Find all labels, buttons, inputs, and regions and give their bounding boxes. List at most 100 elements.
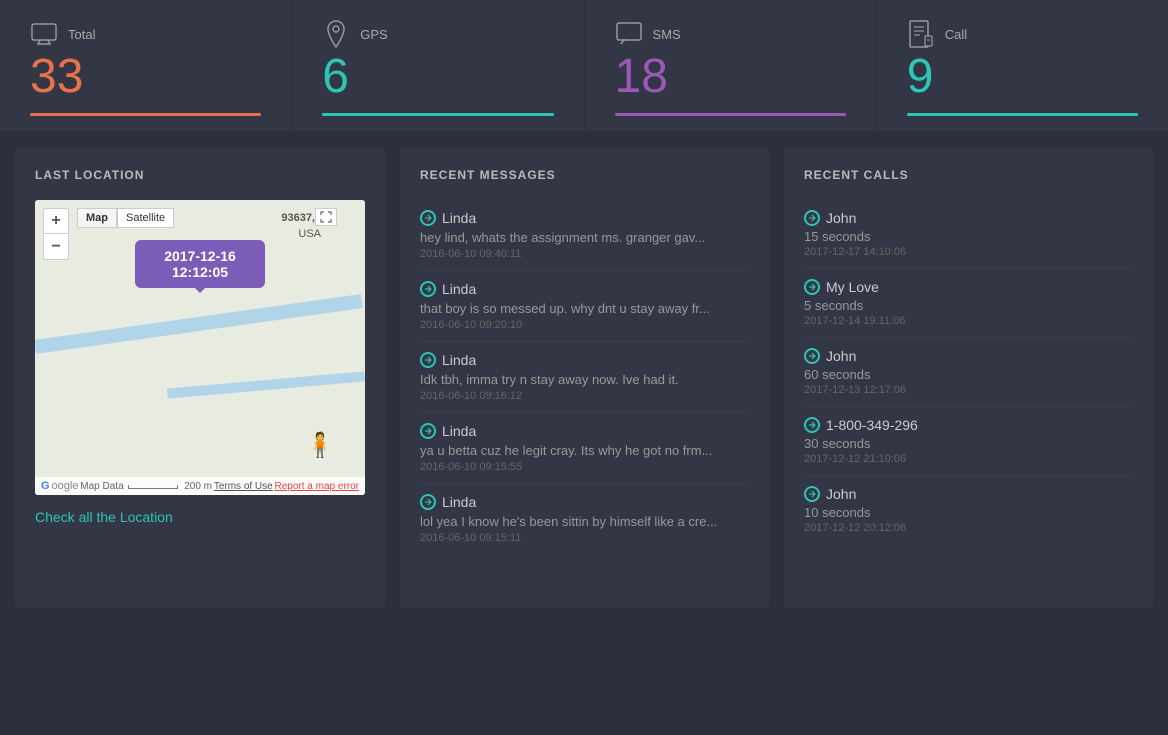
map-country: USA xyxy=(298,228,321,240)
map-marker-date: 2017-12-16 xyxy=(149,248,251,264)
stat-value-sms: 18 xyxy=(615,53,846,101)
outgoing-arrow-icon xyxy=(420,423,436,439)
call-outgoing-icon xyxy=(804,486,820,502)
stat-bar-call xyxy=(907,113,1138,116)
map-marker-box: 2017-12-16 12:12:05 xyxy=(135,240,265,288)
call-contact-name: John xyxy=(826,486,856,502)
map-zoom-controls[interactable]: + − xyxy=(43,208,69,260)
map-footer: Google Map Data 200 m Terms of Use Repor… xyxy=(35,477,365,495)
outgoing-arrow-icon xyxy=(420,352,436,368)
stat-label-sms: SMS xyxy=(653,27,681,42)
outgoing-arrow-icon xyxy=(420,494,436,510)
calls-panel: RECENT CALLS John 15 seconds 2017-12-17 … xyxy=(784,148,1153,608)
message-contact: Linda xyxy=(420,423,749,439)
stat-label-total: Total xyxy=(68,27,95,42)
message-time: 2016-06-10 09:15:55 xyxy=(420,461,749,473)
call-time: 2017-12-17 14:10:06 xyxy=(804,246,1133,258)
stat-label-call: Call xyxy=(945,27,967,42)
message-text: that boy is so messed up. why dnt u stay… xyxy=(420,301,749,316)
messages-panel-title: RECENT MESSAGES xyxy=(420,168,749,182)
map-road-2 xyxy=(167,371,365,398)
calls-panel-title: RECENT CALLS xyxy=(804,168,1133,182)
call-duration: 60 seconds xyxy=(804,367,1133,382)
call-time: 2017-12-12 21:10:06 xyxy=(804,453,1133,465)
map-location-marker: 2017-12-16 12:12:05 xyxy=(135,240,265,288)
call-outgoing-icon xyxy=(804,417,820,433)
map-data-label: Map Data xyxy=(80,481,123,492)
call-time: 2017-12-14 19:11:06 xyxy=(804,315,1133,327)
call-contact: My Love xyxy=(804,279,1133,295)
stat-card-sms: SMS 18 xyxy=(585,0,877,131)
stat-label-gps: GPS xyxy=(360,27,387,42)
outgoing-arrow-icon xyxy=(420,210,436,226)
check-location-link[interactable]: Check all the Location xyxy=(35,509,365,525)
call-duration: 5 seconds xyxy=(804,298,1133,313)
message-text: Idk tbh, imma try n stay away now. Ive h… xyxy=(420,372,749,387)
map-zoom-in[interactable]: + xyxy=(43,208,69,234)
call-item: John 10 seconds 2017-12-12 20:12:06 xyxy=(804,476,1133,544)
message-text: hey lind, whats the assignment ms. grang… xyxy=(420,230,749,245)
map-type-map[interactable]: Map xyxy=(77,208,117,228)
message-item: Linda hey lind, whats the assignment ms.… xyxy=(420,200,749,271)
stat-bar-total xyxy=(30,113,261,116)
map-report-link[interactable]: Report a map error xyxy=(275,481,359,492)
map-scale-label: 200 m xyxy=(125,481,212,492)
map-panel: LAST LOCATION 93637, USA + − Map Satelli… xyxy=(15,148,385,608)
map-person-icon: 🧍 xyxy=(305,431,335,460)
map-terms-link[interactable]: Terms of Use xyxy=(214,481,273,492)
map-road-1 xyxy=(35,294,363,354)
call-contact: John xyxy=(804,348,1133,364)
calls-list: John 15 seconds 2017-12-17 14:10:06 My L… xyxy=(804,200,1133,544)
message-contact-name: Linda xyxy=(442,352,476,368)
message-contact-name: Linda xyxy=(442,423,476,439)
message-contact-name: Linda xyxy=(442,494,476,510)
stat-card-total: Total 33 xyxy=(0,0,292,131)
stat-card-call: Call 9 xyxy=(877,0,1168,131)
message-text: lol yea I know he's been sittin by himse… xyxy=(420,514,749,529)
monitor-icon xyxy=(30,20,58,48)
call-contact: 1-800-349-296 xyxy=(804,417,1133,433)
map-expand-button[interactable] xyxy=(315,208,337,226)
message-contact: Linda xyxy=(420,352,749,368)
stat-value-total: 33 xyxy=(30,53,261,101)
call-time: 2017-12-12 20:12:06 xyxy=(804,522,1133,534)
call-outgoing-icon xyxy=(804,279,820,295)
call-contact-name: 1-800-349-296 xyxy=(826,417,918,433)
stat-bar-gps xyxy=(322,113,553,116)
stat-card-gps: GPS 6 xyxy=(292,0,584,131)
map-background: 93637, USA + − Map Satellite xyxy=(35,200,365,495)
message-contact-name: Linda xyxy=(442,210,476,226)
stat-value-call: 9 xyxy=(907,53,1138,101)
call-outgoing-icon xyxy=(804,210,820,226)
stat-value-gps: 6 xyxy=(322,53,553,101)
call-item: My Love 5 seconds 2017-12-14 19:11:06 xyxy=(804,269,1133,338)
stats-bar: Total 33 GPS 6 SMS xyxy=(0,0,1168,133)
call-contact: John xyxy=(804,486,1133,502)
call-contact-name: My Love xyxy=(826,279,879,295)
outgoing-arrow-icon xyxy=(420,281,436,297)
messages-list: Linda hey lind, whats the assignment ms.… xyxy=(420,200,749,554)
message-time: 2016-06-10 09:40:11 xyxy=(420,248,749,260)
map-address: 93637, xyxy=(281,212,315,224)
map-type-satellite[interactable]: Satellite xyxy=(117,208,174,228)
message-item: Linda that boy is so messed up. why dnt … xyxy=(420,271,749,342)
message-time: 2016-06-10 09:20:10 xyxy=(420,319,749,331)
call-time: 2017-12-13 12:17:06 xyxy=(804,384,1133,396)
map-panel-title: LAST LOCATION xyxy=(35,168,365,182)
message-contact-name: Linda xyxy=(442,281,476,297)
call-contact-name: John xyxy=(826,210,856,226)
call-contact-name: John xyxy=(826,348,856,364)
message-text: ya u betta cuz he legit cray. Its why he… xyxy=(420,443,749,458)
message-item: Linda lol yea I know he's been sittin by… xyxy=(420,484,749,554)
map-type-toggle[interactable]: Map Satellite xyxy=(77,208,174,228)
google-logo: Google xyxy=(41,480,78,492)
map-zoom-out[interactable]: − xyxy=(43,234,69,260)
message-time: 2016-06-10 09:15:11 xyxy=(420,532,749,544)
stat-bar-sms xyxy=(615,113,846,116)
message-time: 2016-06-10 09:16:12 xyxy=(420,390,749,402)
call-outgoing-icon xyxy=(804,348,820,364)
message-contact: Linda xyxy=(420,494,749,510)
map-marker-time: 12:12:05 xyxy=(149,264,251,280)
doc-icon xyxy=(907,20,935,48)
call-item: 1-800-349-296 30 seconds 2017-12-12 21:1… xyxy=(804,407,1133,476)
